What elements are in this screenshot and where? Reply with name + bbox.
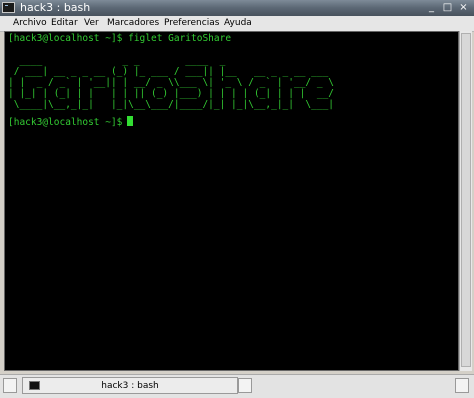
- maximize-icon[interactable]: □: [442, 2, 453, 13]
- minimize-icon[interactable]: _: [426, 2, 437, 13]
- menu-marcadores[interactable]: Marcadores: [107, 16, 159, 31]
- taskbar-task-label: hack3 : bash: [101, 381, 159, 391]
- taskbar-task-button[interactable]: hack3 : bash: [22, 377, 238, 394]
- workspace-pager-icon[interactable]: [238, 378, 252, 393]
- prompt-line: [hack3@localhost ~]$: [8, 116, 134, 128]
- menu-editar[interactable]: Editar: [51, 16, 78, 31]
- menu-bar: Archivo Editar Ver Marcadores Preferenci…: [0, 16, 474, 32]
- show-desktop-icon[interactable]: [3, 378, 17, 393]
- figlet-banner-line-1: ____ _ _ ____ _: [8, 55, 340, 66]
- close-icon[interactable]: ×: [458, 2, 469, 13]
- menu-ver[interactable]: Ver: [84, 16, 99, 31]
- terminal-area[interactable]: [hack3@localhost ~]$ figlet GaritoShare …: [4, 31, 459, 371]
- menu-preferencias[interactable]: Preferencias: [164, 16, 219, 31]
- tray-icon[interactable]: [455, 378, 469, 393]
- figlet-banner-line-5: \____|\__,_|_| |_|\__\___/|____/|_| |_|\…: [8, 99, 335, 110]
- vertical-scrollbar[interactable]: [459, 31, 472, 371]
- window-title: hack3 : bash: [20, 1, 91, 14]
- text-cursor: [127, 116, 134, 126]
- terminal-icon: [2, 2, 15, 13]
- figlet-banner-line-2: / ___| __ _ _ __ (_) |_ ___ / ___|| |__ …: [8, 66, 335, 77]
- scrollbar-thumb[interactable]: [461, 33, 471, 367]
- title-bar: hack3 : bash _ □ ×: [0, 0, 474, 16]
- figlet-banner-line-3: | | _ / _` | '__|| | __/ _ \\___ \| '_ \…: [8, 77, 335, 88]
- prompt-text: [hack3@localhost ~]$: [8, 117, 123, 128]
- figlet-banner-line-4: | |_| | (_| | | | | || (_) |___) | | | |…: [8, 88, 335, 99]
- menu-ayuda[interactable]: Ayuda: [224, 16, 252, 31]
- command-line: [hack3@localhost ~]$ figlet GaritoShare: [8, 33, 232, 44]
- taskbar: hack3 : bash: [0, 374, 474, 398]
- menu-archivo[interactable]: Archivo: [13, 16, 47, 31]
